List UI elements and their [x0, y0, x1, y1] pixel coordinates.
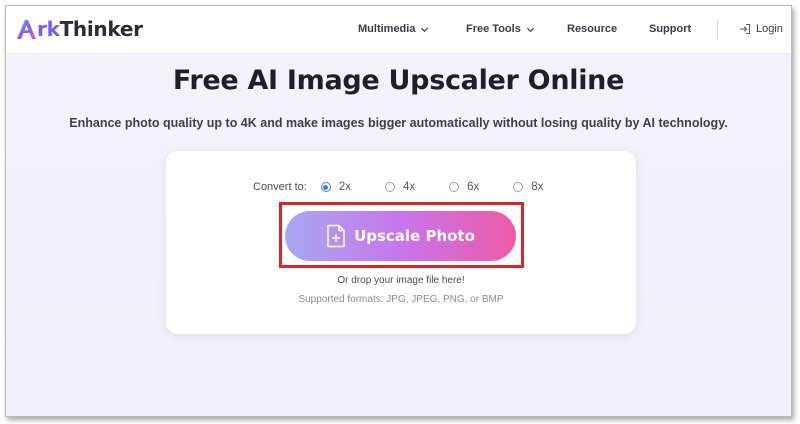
radio-2x[interactable] [320, 182, 331, 192]
upscale-photo-button[interactable]: Upscale Photo [285, 211, 516, 261]
nav-support[interactable]: Support [649, 23, 691, 35]
nav-free-tools-label: Free Tools [466, 23, 521, 35]
scale-option-label: 8x [531, 181, 544, 193]
login-label: Login [756, 23, 783, 35]
page-subtitle: Enhance photo quality up to 4K and make … [69, 116, 728, 130]
scale-option-6x[interactable]: 6x [449, 181, 479, 193]
chevron-down-icon [526, 27, 534, 32]
radio-4x[interactable] [384, 182, 395, 192]
radio-8x[interactable] [513, 182, 524, 192]
convert-label: Convert to: [253, 181, 307, 193]
radio-6x[interactable] [449, 182, 460, 192]
drop-hint: Or drop your image file here! [337, 275, 465, 286]
nav-resource-label: Resource [567, 23, 618, 35]
nav-divider [717, 20, 718, 40]
brand-name-accent: rk [37, 17, 60, 41]
nav-multimedia-label: Multimedia [358, 23, 416, 35]
page-title: Free AI Image Upscaler Online [172, 65, 625, 96]
nav-resource[interactable]: Resource [567, 23, 617, 35]
upload-card: Convert to: 2x 4x 6x 8x Upscale Photo Or… [166, 151, 636, 334]
add-file-icon [327, 224, 345, 248]
convert-options: Convert to: 2x 4x 6x 8x [253, 181, 543, 193]
scale-option-label: 4x [402, 181, 416, 193]
browser-frame: rkThinker Multimedia Free Tools Resource… [5, 5, 792, 417]
brand-name-rest: Thinker [59, 17, 143, 41]
scale-option-label: 2x [338, 181, 351, 193]
scale-option-8x[interactable]: 8x [513, 181, 543, 193]
scale-option-2x[interactable]: 2x [320, 181, 351, 193]
top-navbar: rkThinker Multimedia Free Tools Resource… [6, 6, 791, 54]
supported-formats: Supported formats: JPG, JPEG, PNG, or BM… [298, 294, 504, 305]
login-icon [740, 23, 751, 35]
scale-option-label: 6x [467, 181, 480, 193]
login-link[interactable]: Login [739, 23, 783, 35]
chevron-down-icon [421, 27, 429, 32]
nav-support-label: Support [649, 23, 692, 35]
arkthinker-logo-icon [17, 20, 36, 39]
brand-name: rkThinker [37, 17, 143, 41]
nav-multimedia[interactable]: Multimedia [358, 23, 429, 35]
scale-option-4x[interactable]: 4x [384, 181, 416, 193]
upscale-photo-label: Upscale Photo [354, 227, 475, 245]
nav-free-tools[interactable]: Free Tools [466, 23, 535, 35]
arkthinker-logo[interactable]: rkThinker [15, 17, 143, 41]
